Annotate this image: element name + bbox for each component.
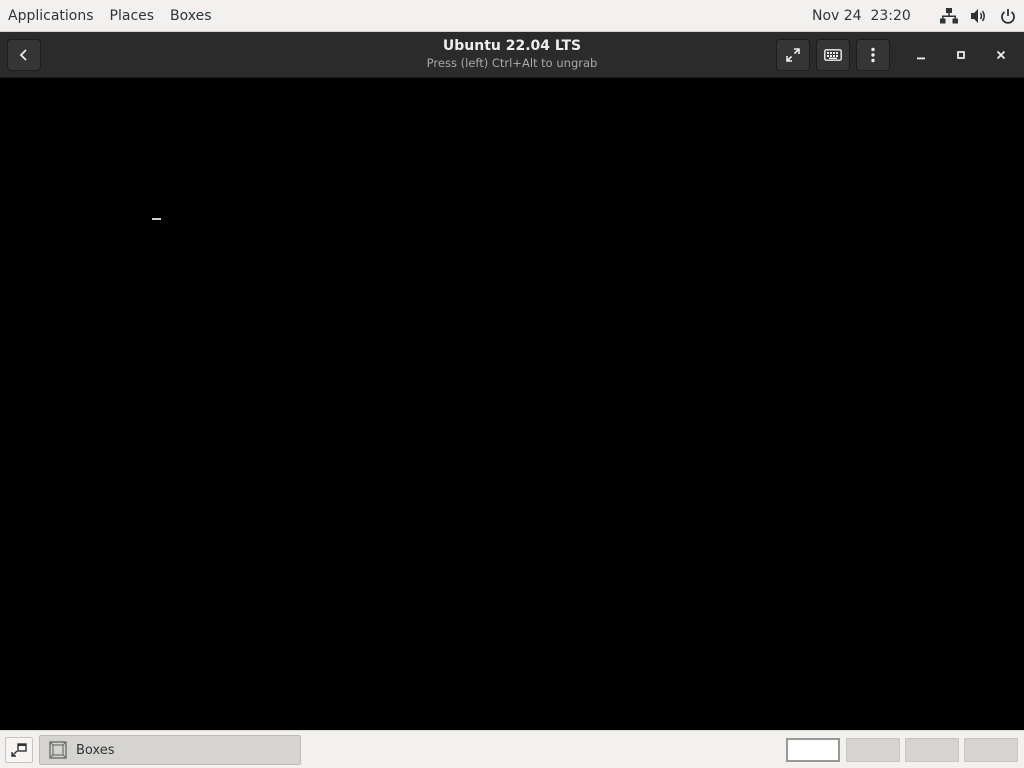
top-panel: Applications Places Boxes Nov 24 23:20 xyxy=(0,0,1024,32)
fullscreen-button[interactable] xyxy=(776,39,810,71)
fullscreen-icon xyxy=(786,48,800,62)
workspace-4[interactable] xyxy=(964,738,1018,762)
title-area: Ubuntu 22.04 LTS Press (left) Ctrl+Alt t… xyxy=(312,37,712,71)
menu-button[interactable] xyxy=(856,39,890,71)
boxes-app-icon xyxy=(49,741,67,759)
system-tray[interactable] xyxy=(940,0,1016,32)
vm-display[interactable] xyxy=(0,78,1024,730)
workspace-1[interactable] xyxy=(786,738,840,762)
workspace-3[interactable] xyxy=(905,738,959,762)
power-icon[interactable] xyxy=(1000,8,1016,24)
maximize-icon xyxy=(957,51,965,59)
headerbar: Ubuntu 22.04 LTS Press (left) Ctrl+Alt t… xyxy=(0,32,1024,78)
window-subtitle: Press (left) Ctrl+Alt to ungrab xyxy=(426,56,598,70)
clock[interactable]: Nov 24 23:20 xyxy=(812,0,911,32)
minimize-icon xyxy=(917,57,925,60)
maximize-button[interactable] xyxy=(949,43,973,67)
keyboard-button[interactable] xyxy=(816,39,850,71)
bottom-panel: Boxes xyxy=(0,730,1024,768)
show-desktop-button[interactable] xyxy=(5,737,33,763)
window-title: Ubuntu 22.04 LTS xyxy=(442,38,582,54)
applications-menu[interactable]: Applications xyxy=(0,0,102,32)
show-desktop-icon xyxy=(11,743,27,757)
places-menu[interactable]: Places xyxy=(102,0,163,32)
back-icon xyxy=(19,49,27,61)
taskbar-item-boxes[interactable]: Boxes xyxy=(39,735,301,765)
workspace-2[interactable] xyxy=(846,738,900,762)
close-button[interactable] xyxy=(989,43,1013,67)
volume-icon[interactable] xyxy=(970,8,988,24)
taskbar-item-label: Boxes xyxy=(76,742,115,758)
menu-dots-icon xyxy=(871,47,875,63)
back-button[interactable] xyxy=(7,39,41,71)
minimize-button[interactable] xyxy=(909,43,933,67)
close-icon xyxy=(996,50,1006,60)
boxes-menu[interactable]: Boxes xyxy=(162,0,220,32)
text-cursor xyxy=(152,218,161,220)
keyboard-icon xyxy=(824,49,842,61)
top-menu: Applications Places Boxes xyxy=(0,0,220,32)
network-icon[interactable] xyxy=(940,8,958,24)
